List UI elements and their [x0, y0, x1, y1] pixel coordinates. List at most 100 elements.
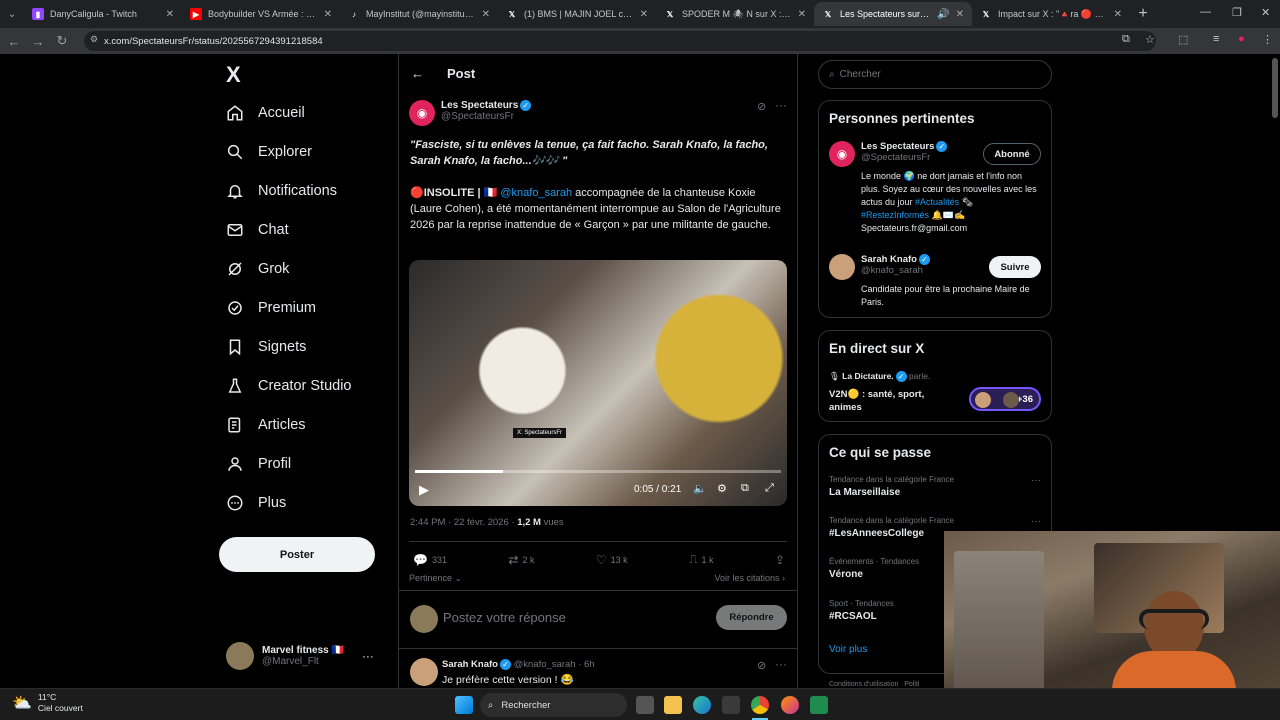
back-icon[interactable]: ←: [2, 34, 26, 49]
reply-action[interactable]: 💬 331: [413, 552, 447, 567]
following-button[interactable]: Abonné: [983, 143, 1041, 165]
nav-item-bookmarks[interactable]: Signets: [226, 338, 306, 356]
browser-tab[interactable]: ♪MayInstitut (@mayinstitut) | Tik✕: [340, 2, 498, 26]
nav-item-grok[interactable]: Grok: [226, 260, 289, 278]
avatar[interactable]: [829, 254, 855, 280]
card-title: Personnes pertinentes: [829, 111, 975, 126]
close-icon[interactable]: ✕: [482, 9, 490, 20]
nav-item-more[interactable]: Plus: [226, 494, 286, 512]
close-icon[interactable]: ✕: [640, 9, 648, 20]
close-icon[interactable]: ✕: [1114, 9, 1122, 20]
task-view-icon[interactable]: [636, 696, 654, 714]
close-icon[interactable]: ✕: [798, 9, 806, 20]
play-icon[interactable]: ▶: [419, 482, 429, 498]
search-input[interactable]: ⌕ Chercher: [818, 60, 1052, 89]
avatar[interactable]: [410, 658, 438, 686]
taskbar-search[interactable]: ⌕ Rechercher: [480, 693, 627, 717]
url-field[interactable]: ⚙ x.com/SpectateursFr/status/20255672943…: [84, 31, 1156, 51]
author-name[interactable]: Les Spectateurs: [441, 100, 518, 111]
repost-action[interactable]: ⇄ 2 k: [508, 552, 534, 567]
store-icon[interactable]: [722, 696, 740, 714]
mention-link[interactable]: @knafo_sarah: [500, 187, 572, 199]
speaker-icon[interactable]: 🔊: [937, 9, 949, 20]
minimize-icon[interactable]: —: [1200, 6, 1211, 18]
browser-tab[interactable]: 𝕏Impact sur X : "🔺ra 🔴 FLASH✕: [972, 2, 1130, 26]
grok-icon[interactable]: ⊘: [757, 100, 766, 113]
maximize-icon[interactable]: ❐: [1232, 6, 1242, 19]
reply-button[interactable]: Répondre: [716, 605, 787, 630]
trend-item[interactable]: Tendance dans la catégorie France #LesAnn…: [829, 516, 954, 539]
account-switcher[interactable]: Marvel fitness 🇫🇷 @Marvel_Flt ···: [226, 642, 374, 670]
video-progress-bar[interactable]: [415, 470, 781, 473]
nav-item-articles[interactable]: Articles: [226, 416, 306, 434]
nav-item-explore[interactable]: Explorer: [226, 143, 312, 161]
close-icon[interactable]: ✕: [166, 9, 174, 20]
post-button[interactable]: Poster: [219, 537, 375, 572]
live-title[interactable]: V2N🟡 : santé, sport, animes: [829, 388, 947, 414]
nav-item-profile[interactable]: Profil: [226, 455, 291, 473]
browser-tab[interactable]: 𝕏(1) BMS | MAJIN JOEL cs sur X :✕: [498, 2, 656, 26]
view-quotes-link[interactable]: Voir les citations ›: [714, 573, 785, 583]
site-info-icon[interactable]: ⚙: [90, 34, 98, 45]
reply-input[interactable]: Postez votre réponse: [443, 610, 566, 625]
nav-item-creator-studio[interactable]: Creator Studio: [226, 377, 352, 395]
x-logo[interactable]: X: [226, 62, 241, 88]
more-dots-icon[interactable]: ···: [362, 649, 374, 663]
author-avatar[interactable]: ◉: [409, 100, 435, 126]
reload-icon[interactable]: ↻: [50, 33, 74, 49]
avatar[interactable]: ◉: [829, 141, 855, 167]
browser-menu-icon[interactable]: ⋮: [1262, 33, 1273, 46]
live-listeners-badge[interactable]: +36: [969, 387, 1041, 411]
sort-dropdown[interactable]: Pertinence ⌄: [409, 573, 462, 584]
firefox-icon[interactable]: [781, 696, 799, 714]
footer-links[interactable]: Conditions d'utilisation Politi: [829, 681, 919, 688]
author-handle[interactable]: @SpectateursFr: [441, 111, 531, 122]
close-window-icon[interactable]: ✕: [1261, 6, 1270, 19]
nav-item-chat[interactable]: Chat: [226, 221, 289, 239]
settings-icon[interactable]: ⚙: [717, 482, 727, 495]
bookmark-action[interactable]: ⎍ 1 k: [689, 552, 713, 567]
trend-item[interactable]: Sport · Tendances #RCSAOL: [829, 599, 894, 622]
fullscreen-icon[interactable]: ⤢: [765, 482, 774, 495]
nav-item-home[interactable]: Accueil: [226, 104, 305, 122]
weather-widget[interactable]: ⛅ 11°C Ciel couvert: [12, 692, 83, 714]
trend-item[interactable]: Événements · Tendances Vérone: [829, 557, 919, 580]
star-icon[interactable]: ☆: [1145, 33, 1155, 46]
grok-icon[interactable]: ⊘: [757, 659, 766, 672]
cast-icon[interactable]: ⧉: [1122, 33, 1130, 46]
show-more-link[interactable]: Voir plus: [829, 644, 867, 655]
close-icon[interactable]: ✕: [956, 9, 964, 20]
more-dots-icon[interactable]: ···: [775, 98, 787, 112]
follow-button[interactable]: Suivre: [989, 256, 1041, 278]
volume-icon[interactable]: 🔈: [693, 482, 707, 495]
windows-start-icon[interactable]: [455, 696, 473, 714]
new-tab-button[interactable]: +: [1130, 5, 1156, 23]
forward-icon[interactable]: →: [26, 34, 50, 49]
page-scrollbar[interactable]: [1272, 58, 1278, 118]
more-dots-icon[interactable]: ···: [1031, 516, 1041, 527]
edge-icon[interactable]: [693, 696, 711, 714]
extensions-icon[interactable]: ⬚: [1178, 33, 1188, 46]
more-dots-icon[interactable]: ···: [1031, 475, 1041, 486]
like-action[interactable]: ♡ 13 k: [596, 552, 628, 567]
back-arrow-icon[interactable]: ←: [411, 66, 424, 81]
browser-tab[interactable]: ▮ DanyCaligula - Twitch ✕: [24, 2, 182, 26]
tweet-video[interactable]: X: SpectateursFr ▶ 0:05 / 0:21 🔈 ⚙ ⧉ ⤢: [409, 260, 787, 506]
browser-tab[interactable]: ▶Bodybuilder VS Armée : qui ser✕: [182, 2, 340, 26]
share-icon[interactable]: ⇪: [775, 552, 785, 567]
nav-item-premium[interactable]: Premium: [226, 299, 316, 317]
chrome-icon[interactable]: [751, 696, 769, 714]
pip-icon[interactable]: ⧉: [741, 482, 749, 495]
more-dots-icon[interactable]: ···: [775, 657, 787, 671]
nav-item-notifications[interactable]: Notifications: [226, 182, 337, 200]
profile-avatar-icon[interactable]: ●: [1238, 33, 1245, 45]
file-explorer-icon[interactable]: [664, 696, 682, 714]
close-icon[interactable]: ✕: [324, 9, 332, 20]
browser-tab-active[interactable]: 𝕏Les Spectateurs sur X : ""Fa🔊✕: [814, 2, 972, 26]
tab-search-icon[interactable]: ⌄: [0, 2, 24, 26]
reading-list-icon[interactable]: ≡: [1213, 33, 1219, 45]
trend-item[interactable]: Tendance dans la catégorie France La Mars…: [829, 475, 954, 498]
app-icon[interactable]: [810, 696, 828, 714]
live-host[interactable]: 🎙 La Dictature. ✓ parle.: [829, 371, 930, 383]
browser-tab[interactable]: 𝕏SPODER M 🕷 N sur X : "Ah oué✕: [656, 2, 814, 26]
